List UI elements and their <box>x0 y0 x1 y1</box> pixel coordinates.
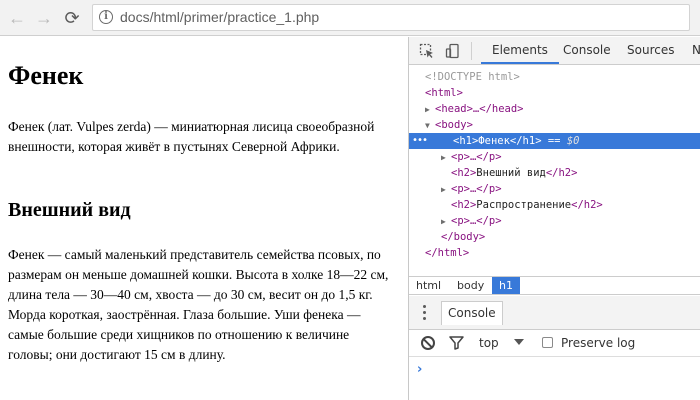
collapse-triangle-icon[interactable]: ▼ <box>425 118 435 134</box>
console-toolbar: top Preserve log <box>409 330 700 357</box>
filter-icon[interactable] <box>449 336 464 350</box>
inspect-element-icon[interactable] <box>419 43 435 59</box>
expand-triangle-icon[interactable]: ▶ <box>425 102 435 118</box>
tree-row-p1[interactable]: ▶ <p>…</p> <box>409 149 700 165</box>
dom-tree: <!DOCTYPE html> <html> ▶ <head>…</head> ▼… <box>409 67 700 277</box>
breadcrumb-html[interactable]: html <box>409 277 448 294</box>
drawer-tab-console[interactable]: Console <box>441 301 503 325</box>
doctype-node: <!DOCTYPE html> <box>425 71 520 83</box>
forward-button[interactable]: → <box>33 7 55 29</box>
info-icon[interactable]: i <box>99 10 113 24</box>
console-prompt-icon[interactable]: › <box>417 362 422 377</box>
drawer-menu-icon[interactable] <box>423 305 427 321</box>
selected-dollar-zero: $0 <box>566 135 580 147</box>
body-open-tag: <body> <box>435 119 473 131</box>
body-close-tag: </body> <box>441 231 486 243</box>
back-arrow-icon: ← <box>8 7 26 28</box>
tree-row-h1-selected[interactable]: ••• <h1>Фенек</h1> == $0 <box>409 133 700 149</box>
toolbar-divider <box>471 42 472 60</box>
expand-triangle-icon[interactable]: ▶ <box>441 150 451 166</box>
selected-eq: == <box>541 135 567 147</box>
page-heading: Фенек <box>8 61 84 90</box>
h2-close-tag: </h2> <box>571 199 603 211</box>
tree-row-p3[interactable]: ▶ <p>…</p> <box>409 213 700 229</box>
page-viewport: Фенек Фенек (лат. Vulpes zerda) — миниат… <box>0 37 407 400</box>
h2-text: Распространение <box>476 199 572 211</box>
context-selector[interactable]: top <box>479 336 499 350</box>
reload-button[interactable]: ⟳ <box>61 7 83 29</box>
h2-close-tag: </h2> <box>545 167 578 179</box>
address-bar[interactable]: i docs/html/primer/practice_1.php <box>92 4 690 31</box>
tree-row-h2-appearance[interactable]: <h2>Внешний вид</h2> <box>409 165 700 181</box>
context-dropdown-icon[interactable] <box>514 339 524 345</box>
breadcrumb: html body h1 <box>409 276 700 295</box>
h1-close-tag: </h1> <box>509 135 542 147</box>
h2-text: Внешний вид <box>476 167 546 179</box>
back-button[interactable]: ← <box>6 7 28 29</box>
expand-triangle-icon[interactable]: ▶ <box>441 182 451 198</box>
tree-row-body-close[interactable]: </body> <box>409 229 700 245</box>
h2-open-tag: <h2> <box>451 199 477 211</box>
head-node: <head>…</head> <box>435 103 524 115</box>
preserve-log-label[interactable]: Preserve log <box>561 336 635 350</box>
device-toolbar-icon[interactable] <box>445 43 461 59</box>
tab-elements[interactable]: Elements <box>481 37 559 64</box>
tab-console[interactable]: Console <box>563 37 611 64</box>
p-node: <p>…</p> <box>451 183 502 195</box>
tree-row-p2[interactable]: ▶ <p>…</p> <box>409 181 700 197</box>
breadcrumb-h1[interactable]: h1 <box>492 277 520 294</box>
preserve-log-checkbox[interactable] <box>542 337 553 348</box>
tab-sources[interactable]: Sources <box>627 37 674 64</box>
devtools-panel: Elements Console Sources N <!DOCTYPE htm… <box>408 37 700 400</box>
more-actions-icon[interactable]: ••• <box>412 133 428 149</box>
browser-toolbar: ← → ⟳ i docs/html/primer/practice_1.php <box>0 0 700 36</box>
p-node: <p>…</p> <box>451 151 502 163</box>
intro-paragraph: Фенек (лат. Vulpes zerda) — миниатюрная … <box>8 119 375 154</box>
drawer-tabbar: Console <box>409 296 700 330</box>
section-heading-appearance: Внешний вид <box>8 199 131 221</box>
forward-arrow-icon: → <box>35 7 53 28</box>
tree-row-html-close[interactable]: </html> <box>409 245 700 261</box>
tree-row-h2-distribution[interactable]: <h2>Распространение</h2> <box>409 197 700 213</box>
p-node: <p>…</p> <box>451 215 502 227</box>
clear-console-icon[interactable] <box>421 336 435 350</box>
tab-network[interactable]: N <box>692 37 700 64</box>
tree-row-html[interactable]: <html> <box>409 85 700 101</box>
breadcrumb-body[interactable]: body <box>450 277 491 294</box>
h2-open-tag: <h2> <box>451 167 477 179</box>
url-text[interactable]: docs/html/primer/practice_1.php <box>120 9 319 25</box>
reload-icon: ⟳ <box>64 7 80 28</box>
tree-row-head[interactable]: ▶ <head>…</head> <box>409 101 700 117</box>
html-open-tag: <html> <box>425 87 463 99</box>
h1-text: Фенек <box>478 135 510 147</box>
devtools-tabbar: Elements Console Sources N <box>409 37 700 65</box>
html-close-tag: </html> <box>425 247 470 259</box>
expand-triangle-icon[interactable]: ▶ <box>441 214 451 230</box>
appearance-paragraph: Фенек — самый маленький представитель се… <box>8 247 389 362</box>
tree-row-body[interactable]: ▼ <body> <box>409 117 700 133</box>
tree-row-doctype[interactable]: <!DOCTYPE html> <box>409 69 700 85</box>
